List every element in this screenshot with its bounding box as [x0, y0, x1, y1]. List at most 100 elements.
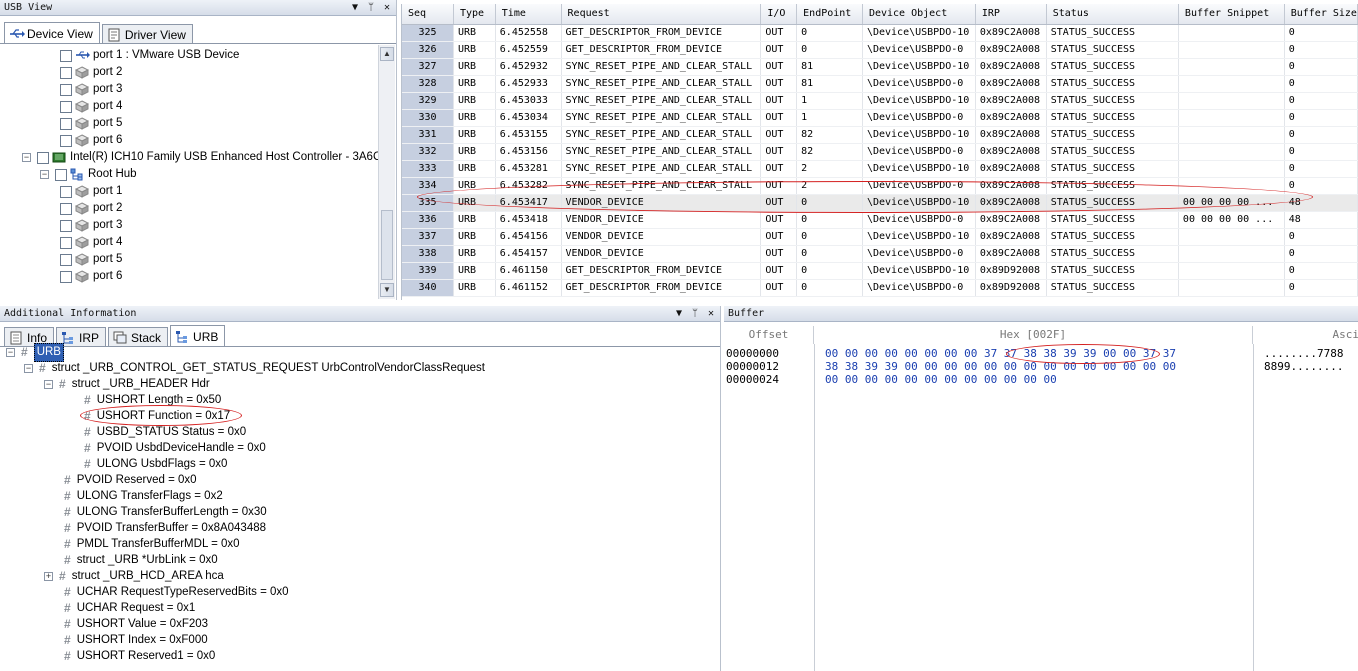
urb-tree-node[interactable]: − # URB: [6, 343, 64, 362]
column-header[interactable]: Buffer Snippet: [1178, 4, 1285, 25]
usb-tree-node[interactable]: port 2: [60, 200, 122, 217]
expander-icon[interactable]: −: [44, 380, 53, 389]
table-row[interactable]: 340 URB 6.461152 GET_DESCRIPTOR_FROM_DEVICE…: [402, 279, 1358, 297]
expander-icon[interactable]: −: [22, 153, 31, 162]
column-header[interactable]: Request: [561, 4, 762, 25]
usb-tree-node[interactable]: port 4: [60, 98, 122, 115]
column-header[interactable]: Type: [453, 4, 496, 25]
hex-bytes: 00 00 00 00 00 00 00 00 00 00 00 00: [825, 373, 1057, 386]
urb-tree-node[interactable]: # USHORT Index = 0xF000: [64, 632, 208, 649]
urb-tree-node[interactable]: # PMDL TransferBufferMDL = 0x0: [64, 536, 240, 553]
tab-device-view[interactable]: Device View: [4, 22, 100, 44]
column-header[interactable]: Buffer Size: [1284, 4, 1358, 25]
expander-icon[interactable]: −: [40, 170, 49, 179]
table-cell: OUT: [760, 262, 798, 280]
usb-tree-node[interactable]: port 4: [60, 234, 122, 251]
panel-menu-dropdown-icon[interactable]: ▼: [350, 0, 360, 16]
checkbox[interactable]: [60, 202, 72, 215]
urb-tree-node[interactable]: # ULONG TransferBufferLength = 0x30: [64, 504, 267, 521]
table-row[interactable]: 339 URB 6.461150 GET_DESCRIPTOR_FROM_DEVICE…: [402, 262, 1358, 280]
urb-tree-node[interactable]: # PVOID Reserved = 0x0: [64, 472, 197, 489]
usb-tree-node[interactable]: port 6: [60, 132, 122, 149]
usb-tree-node[interactable]: port 1: [60, 183, 122, 200]
checkbox[interactable]: [60, 185, 72, 198]
table-cell: 0x89C2A008: [975, 126, 1047, 144]
usb-tree-node[interactable]: − Root Hub: [40, 166, 137, 183]
urb-tree-node[interactable]: # USHORT Value = 0xF203: [64, 616, 208, 633]
table-cell: URB: [453, 143, 496, 161]
table-row[interactable]: 338 URB 6.454157 VENDOR_DEVICE OUT 0 \Device\U…: [402, 245, 1358, 263]
column-header[interactable]: Status: [1046, 4, 1179, 25]
table-row[interactable]: 329 URB 6.453033 SYNC_RESET_PIPE_AND_CLEAR_…: [402, 92, 1358, 110]
close-icon[interactable]: ✕: [382, 0, 392, 16]
column-header[interactable]: Time: [495, 4, 562, 25]
checkbox[interactable]: [60, 270, 72, 283]
checkbox[interactable]: [60, 117, 72, 130]
column-header[interactable]: I/O: [760, 4, 798, 25]
table-row[interactable]: 336 URB 6.453418 VENDOR_DEVICE OUT 0 \Device\U…: [402, 211, 1358, 229]
usb-tree-node[interactable]: port 1 : VMware USB Device: [60, 47, 239, 64]
pin-icon[interactable]: ᛘ: [690, 306, 700, 322]
urb-tree-node[interactable]: # UCHAR RequestTypeReservedBits = 0x0: [64, 584, 289, 601]
usb-tree-node[interactable]: port 5: [60, 115, 122, 132]
urb-tree-node[interactable]: # PVOID TransferBuffer = 0x8A043488: [64, 520, 266, 537]
table-row[interactable]: 325 URB 6.452558 GET_DESCRIPTOR_FROM_DEVICE…: [402, 24, 1358, 42]
table-cell: 6.453034: [495, 109, 562, 127]
checkbox[interactable]: [60, 253, 72, 266]
scroll-down-icon[interactable]: ▼: [380, 283, 394, 297]
urb-tree-node[interactable]: # USHORT Reserved1 = 0x0: [64, 648, 215, 665]
urb-tree-node[interactable]: # struct _URB *UrbLink = 0x0: [64, 552, 218, 569]
urb-tree-node[interactable]: # PVOID UsbdDeviceHandle = 0x0: [84, 440, 266, 457]
table-row[interactable]: 333 URB 6.453281 SYNC_RESET_PIPE_AND_CLEAR_…: [402, 160, 1358, 178]
table-row[interactable]: 331 URB 6.453155 SYNC_RESET_PIPE_AND_CLEAR_…: [402, 126, 1358, 144]
usb-tree-node[interactable]: − Intel(R) ICH10 Family USB Enhanced Host…: [22, 149, 381, 166]
scroll-up-icon[interactable]: ▲: [380, 47, 394, 61]
checkbox[interactable]: [60, 66, 72, 79]
checkbox[interactable]: [60, 219, 72, 232]
table-row[interactable]: 327 URB 6.452932 SYNC_RESET_PIPE_AND_CLEAR_…: [402, 58, 1358, 76]
usb-tree-node[interactable]: port 2: [60, 64, 122, 81]
table-row[interactable]: 328 URB 6.452933 SYNC_RESET_PIPE_AND_CLEAR_…: [402, 75, 1358, 93]
urb-tree-node[interactable]: # UCHAR Request = 0x1: [64, 600, 195, 617]
checkbox[interactable]: [60, 134, 72, 147]
column-header[interactable]: Device Object: [862, 4, 976, 25]
field-hash-icon: #: [64, 585, 71, 599]
table-row[interactable]: 326 URB 6.452559 GET_DESCRIPTOR_FROM_DEVICE…: [402, 41, 1358, 59]
urb-tree-node[interactable]: + # struct _URB_HCD_AREA hca: [44, 568, 224, 585]
checkbox[interactable]: [60, 83, 72, 96]
usb-tree-node[interactable]: port 5: [60, 251, 122, 268]
urb-tree-node[interactable]: # ULONG TransferFlags = 0x2: [64, 488, 223, 505]
table-row[interactable]: 332 URB 6.453156 SYNC_RESET_PIPE_AND_CLEAR_…: [402, 143, 1358, 161]
close-icon[interactable]: ✕: [706, 306, 716, 322]
column-header[interactable]: IRP: [975, 4, 1047, 25]
table-cell: SYNC_RESET_PIPE_AND_CLEAR_STALL: [561, 109, 762, 127]
urb-tree-node[interactable]: # USBD_STATUS Status = 0x0: [84, 424, 246, 441]
checkbox[interactable]: [37, 151, 49, 164]
checkbox[interactable]: [60, 100, 72, 113]
table-row[interactable]: 330 URB 6.453034 SYNC_RESET_PIPE_AND_CLEAR_…: [402, 109, 1358, 127]
table-cell: OUT: [760, 92, 798, 110]
expander-icon[interactable]: +: [44, 572, 53, 581]
column-header[interactable]: EndPoint: [796, 4, 863, 25]
usb-tree-node[interactable]: port 3: [60, 81, 122, 98]
usb-tree-node[interactable]: port 6: [60, 268, 122, 285]
checkbox[interactable]: [60, 49, 72, 62]
expander-icon[interactable]: −: [6, 348, 15, 357]
port-cube-icon: [74, 117, 90, 130]
tab-driver-view[interactable]: Driver View: [101, 24, 193, 44]
urb-tree-node[interactable]: # ULONG UsbdFlags = 0x0: [84, 456, 227, 473]
table-cell: [1178, 75, 1285, 93]
table-row[interactable]: 337 URB 6.454156 VENDOR_DEVICE OUT 0 \Device\U…: [402, 228, 1358, 246]
usb-tree-scrollbar[interactable]: ▲ ▼: [378, 45, 395, 299]
scroll-thumb[interactable]: [381, 210, 393, 280]
pin-icon[interactable]: ᛘ: [366, 0, 376, 16]
checkbox[interactable]: [55, 168, 67, 181]
usb-tree-node[interactable]: port 3: [60, 217, 122, 234]
urb-tree-node[interactable]: − # struct _URB_CONTROL_GET_STATUS_REQUEST…: [24, 360, 485, 377]
table-cell: 328: [402, 75, 454, 93]
checkbox[interactable]: [60, 236, 72, 249]
panel-menu-dropdown-icon[interactable]: ▼: [674, 306, 684, 322]
column-header[interactable]: Seq: [402, 4, 454, 25]
expander-icon[interactable]: −: [24, 364, 33, 373]
urb-tree-node[interactable]: − # struct _URB_HEADER Hdr: [44, 376, 210, 393]
